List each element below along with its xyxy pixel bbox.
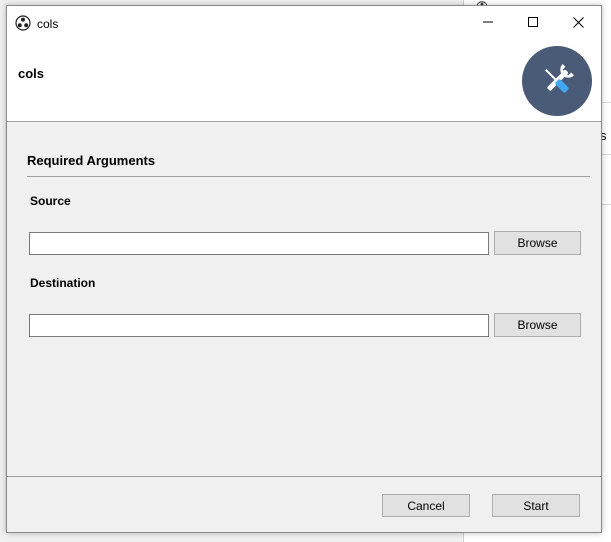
dialog-header: cols — [7, 38, 601, 122]
source-browse-button[interactable]: Browse — [494, 231, 581, 255]
source-input[interactable] — [29, 232, 489, 255]
minimize-icon — [483, 21, 493, 23]
destination-browse-button[interactable]: Browse — [494, 313, 581, 337]
tools-logo — [522, 46, 592, 116]
content-area: Required Arguments Source Browse Destina… — [7, 122, 601, 476]
dialog-footer: Cancel Start — [7, 476, 601, 532]
maximize-button[interactable] — [510, 6, 556, 38]
source-label: Source — [30, 194, 71, 208]
section-divider — [27, 176, 590, 177]
wrench-screwdriver-icon — [544, 64, 574, 93]
close-icon — [572, 16, 584, 28]
title-bar[interactable]: cols — [7, 6, 601, 38]
close-button[interactable] — [555, 6, 601, 38]
maximize-icon — [528, 17, 538, 27]
cancel-button[interactable]: Cancel — [382, 494, 470, 517]
header-title: cols — [18, 66, 45, 81]
start-button[interactable]: Start — [492, 494, 580, 517]
app-icon — [15, 15, 31, 31]
window-title: cols — [37, 17, 59, 31]
main-window: cols cols Required Arguments Source Brow… — [6, 5, 602, 533]
section-title: Required Arguments — [27, 153, 156, 168]
destination-label: Destination — [30, 276, 96, 290]
minimize-button[interactable] — [465, 6, 511, 38]
destination-input[interactable] — [29, 314, 489, 337]
